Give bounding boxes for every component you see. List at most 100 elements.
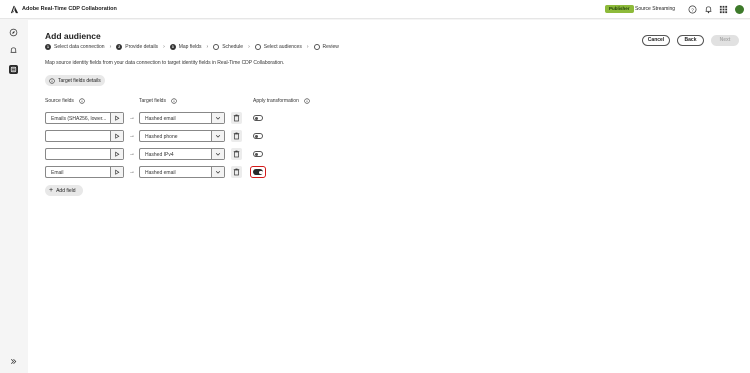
step-circle-icon [313,44,320,50]
target-field-select[interactable]: Hashed phone [139,130,225,142]
step-label: Provide details [125,44,159,50]
button-label: Add field [56,187,76,194]
column-label: Target fields [139,98,166,104]
transformation-toggle[interactable] [253,115,263,121]
chevron-right-icon: › [109,44,112,50]
mapping-row: Email → Hashed email [45,166,275,178]
step-circle-icon [213,44,220,50]
step-number: 1 [45,44,51,50]
target-field-value: Hashed email [145,116,176,122]
target-field-select[interactable]: Hashed email [139,166,225,178]
info-icon[interactable] [304,98,310,104]
plus-icon: + [49,187,54,194]
app-title: Adobe Real-Time CDP Collaboration [22,6,117,12]
field-picker-icon[interactable] [110,149,123,160]
column-label: Source fields [45,98,74,104]
bell-outline-icon[interactable] [9,46,18,55]
target-field-select[interactable]: Hashed email [139,112,225,124]
step-label: Review [322,44,339,50]
target-fields-header: Target fields [139,98,177,104]
step-provide-details[interactable]: 2 Provide details [116,44,158,50]
chevron-down-icon[interactable] [211,113,224,124]
source-field-input[interactable]: Email [45,166,124,178]
stepper: 1 Select data connection › 2 Provide det… [45,43,339,51]
chevron-right-icon: › [248,44,250,50]
help-icon[interactable]: ? [688,5,697,14]
target-fields-details-button[interactable]: Target fields details [45,75,105,86]
transformation-toggle[interactable] [253,169,263,175]
arrow-right-icon: → [129,115,135,121]
top-bar: Adobe Real-Time CDP Collaboration Publis… [0,0,750,19]
chevron-right-icon: › [163,44,165,50]
step-label: Map fields [178,44,202,50]
arrow-right-icon: → [129,169,135,175]
mapping-row: → Hashed phone [45,130,275,142]
button-label: Target fields details [58,77,101,84]
toggle-knob [259,170,263,174]
mapping-row: → Hashed IPv4 [45,148,275,160]
field-picker-icon[interactable] [110,113,123,124]
audience-icon[interactable] [9,65,18,74]
publisher-badge: Publisher [605,5,634,13]
step-number: 2 [116,44,123,50]
source-field-input[interactable] [45,130,124,142]
info-icon [49,77,55,84]
svg-text:?: ? [691,7,694,13]
source-label: Source Streaming [635,6,676,12]
trash-icon[interactable] [231,166,242,178]
back-button[interactable]: Back [677,35,704,46]
avatar[interactable] [735,5,744,14]
arrow-right-icon: → [129,151,135,157]
chevron-down-icon[interactable] [211,167,224,178]
step-label: Select data connection [54,44,105,50]
cancel-button[interactable]: Cancel [642,35,670,46]
step-map-fields[interactable]: 3 Map fields [169,44,202,50]
expand-icon[interactable] [9,357,18,366]
target-field-value: Hashed email [145,170,176,176]
trash-icon[interactable] [231,130,242,142]
target-field-value: Hashed IPv4 [145,152,174,158]
trash-icon[interactable] [231,148,242,160]
next-button[interactable]: Next [711,35,739,46]
arrow-right-icon: → [129,133,135,139]
source-field-value: Emails (SHA256, lower... [51,116,107,122]
step-select-data-connection[interactable]: 1 Select data connection [45,44,105,50]
field-picker-icon[interactable] [110,167,123,178]
trash-icon[interactable] [231,112,242,124]
add-field-button[interactable]: + Add field [45,185,83,196]
chevron-down-icon[interactable] [211,131,224,142]
apps-grid-icon[interactable] [719,5,728,14]
bell-icon[interactable] [704,5,713,14]
left-rail [0,19,27,373]
page-description: Map source identity fields from your dat… [45,60,285,66]
target-field-value: Hashed phone [145,134,178,140]
step-label: Select audiences [263,44,302,50]
main-panel [28,20,750,373]
target-field-select[interactable]: Hashed IPv4 [139,148,225,160]
page-title: Add audience [45,31,101,41]
adobe-logo-icon[interactable] [10,5,19,14]
chevron-down-icon[interactable] [211,149,224,160]
field-picker-icon[interactable] [110,131,123,142]
column-label: Apply transformation [253,98,299,104]
source-field-input[interactable] [45,148,124,160]
chevron-right-icon: › [206,44,209,50]
source-field-value: Email [51,170,64,176]
transformation-toggle[interactable] [253,133,263,139]
step-select-audiences[interactable]: Select audiences [254,44,302,50]
step-circle-icon [254,44,261,50]
compass-icon[interactable] [9,28,18,37]
info-icon[interactable] [171,98,177,104]
apply-transformation-header: Apply transformation [253,98,310,104]
source-field-input[interactable]: Emails (SHA256, lower... [45,112,124,124]
source-fields-header: Source fields [45,98,85,104]
toggle-knob [254,116,258,120]
toggle-knob [254,152,258,156]
step-review[interactable]: Review [313,44,339,50]
step-schedule[interactable]: Schedule [213,44,243,50]
info-icon[interactable] [79,98,85,104]
mapping-row: Emails (SHA256, lower... → Hashed email [45,112,275,124]
transformation-toggle[interactable] [253,151,263,157]
step-label: Schedule [222,44,244,50]
toggle-knob [254,134,258,138]
